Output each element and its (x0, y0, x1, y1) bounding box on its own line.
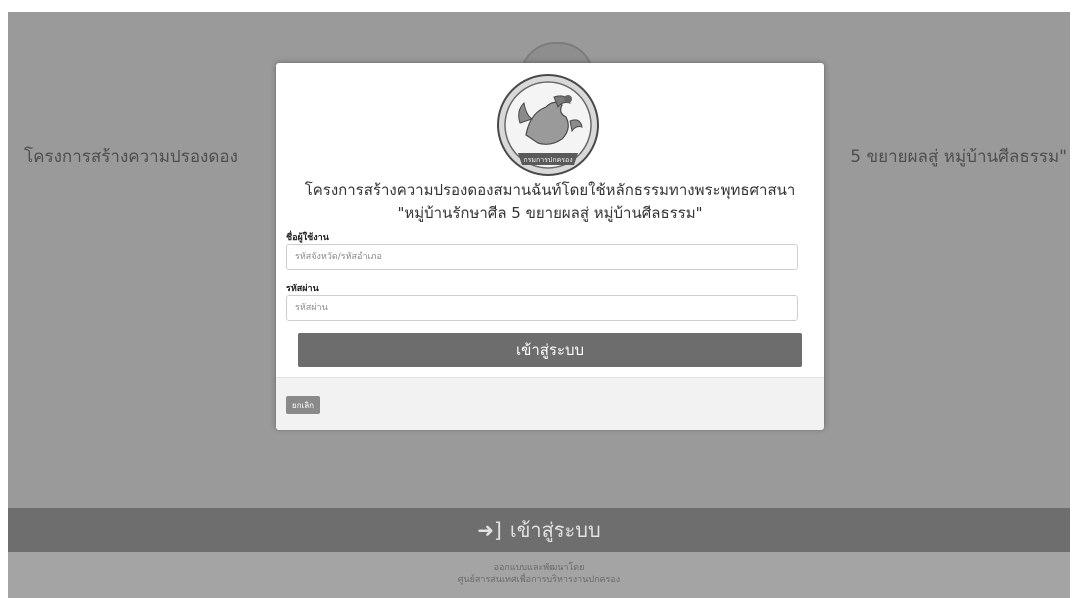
background-login-bar[interactable]: ➜] เข้าสู่ระบบ (8, 508, 1070, 552)
seal-text: กรมการปกครอง (523, 156, 572, 164)
government-seal-icon: กรมการปกครอง (497, 74, 599, 176)
login-button[interactable]: เข้าสู่ระบบ (298, 333, 802, 367)
sign-in-icon: ➜] (477, 518, 502, 542)
login-modal: กรมการปกครอง โครงการสร้างความปรองดองสมาน… (276, 63, 824, 430)
background-title-right: 5 ขยายผลสู่ หมู่บ้านศีลธรรม" (850, 147, 1067, 167)
background-footer: ออกแบบและพัฒนาโดย ศูนย์สารสนเทศเพื่อการบ… (8, 552, 1070, 598)
username-input[interactable] (286, 244, 798, 270)
modal-body: กรมการปกครอง โครงการสร้างความปรองดองสมาน… (276, 63, 824, 377)
modal-title: โครงการสร้างความปรองดองสมานฉันท์โดยใช้หล… (304, 181, 796, 199)
password-input[interactable] (286, 295, 798, 321)
modal-subtitle: "หมู่บ้านรักษาศีล 5 ขยายผลสู่ หมู่บ้านศี… (397, 204, 703, 222)
footer-organization: ศูนย์สารสนเทศเพื่อการบริหารงานปกครอง (457, 575, 621, 585)
footer-designer: ออกแบบและพัฒนาโดย (493, 563, 585, 573)
cancel-button[interactable]: ยกเลิก (286, 396, 321, 414)
modal-footer: ยกเลิก (276, 377, 824, 430)
background-title-left: โครงการสร้างความปรองดอง (24, 147, 238, 167)
password-label: รหัสผ่าน (286, 284, 319, 294)
background-login-label: เข้าสู่ระบบ (509, 518, 601, 542)
username-label: ชื่อผู้ใช้งาน (286, 233, 329, 243)
